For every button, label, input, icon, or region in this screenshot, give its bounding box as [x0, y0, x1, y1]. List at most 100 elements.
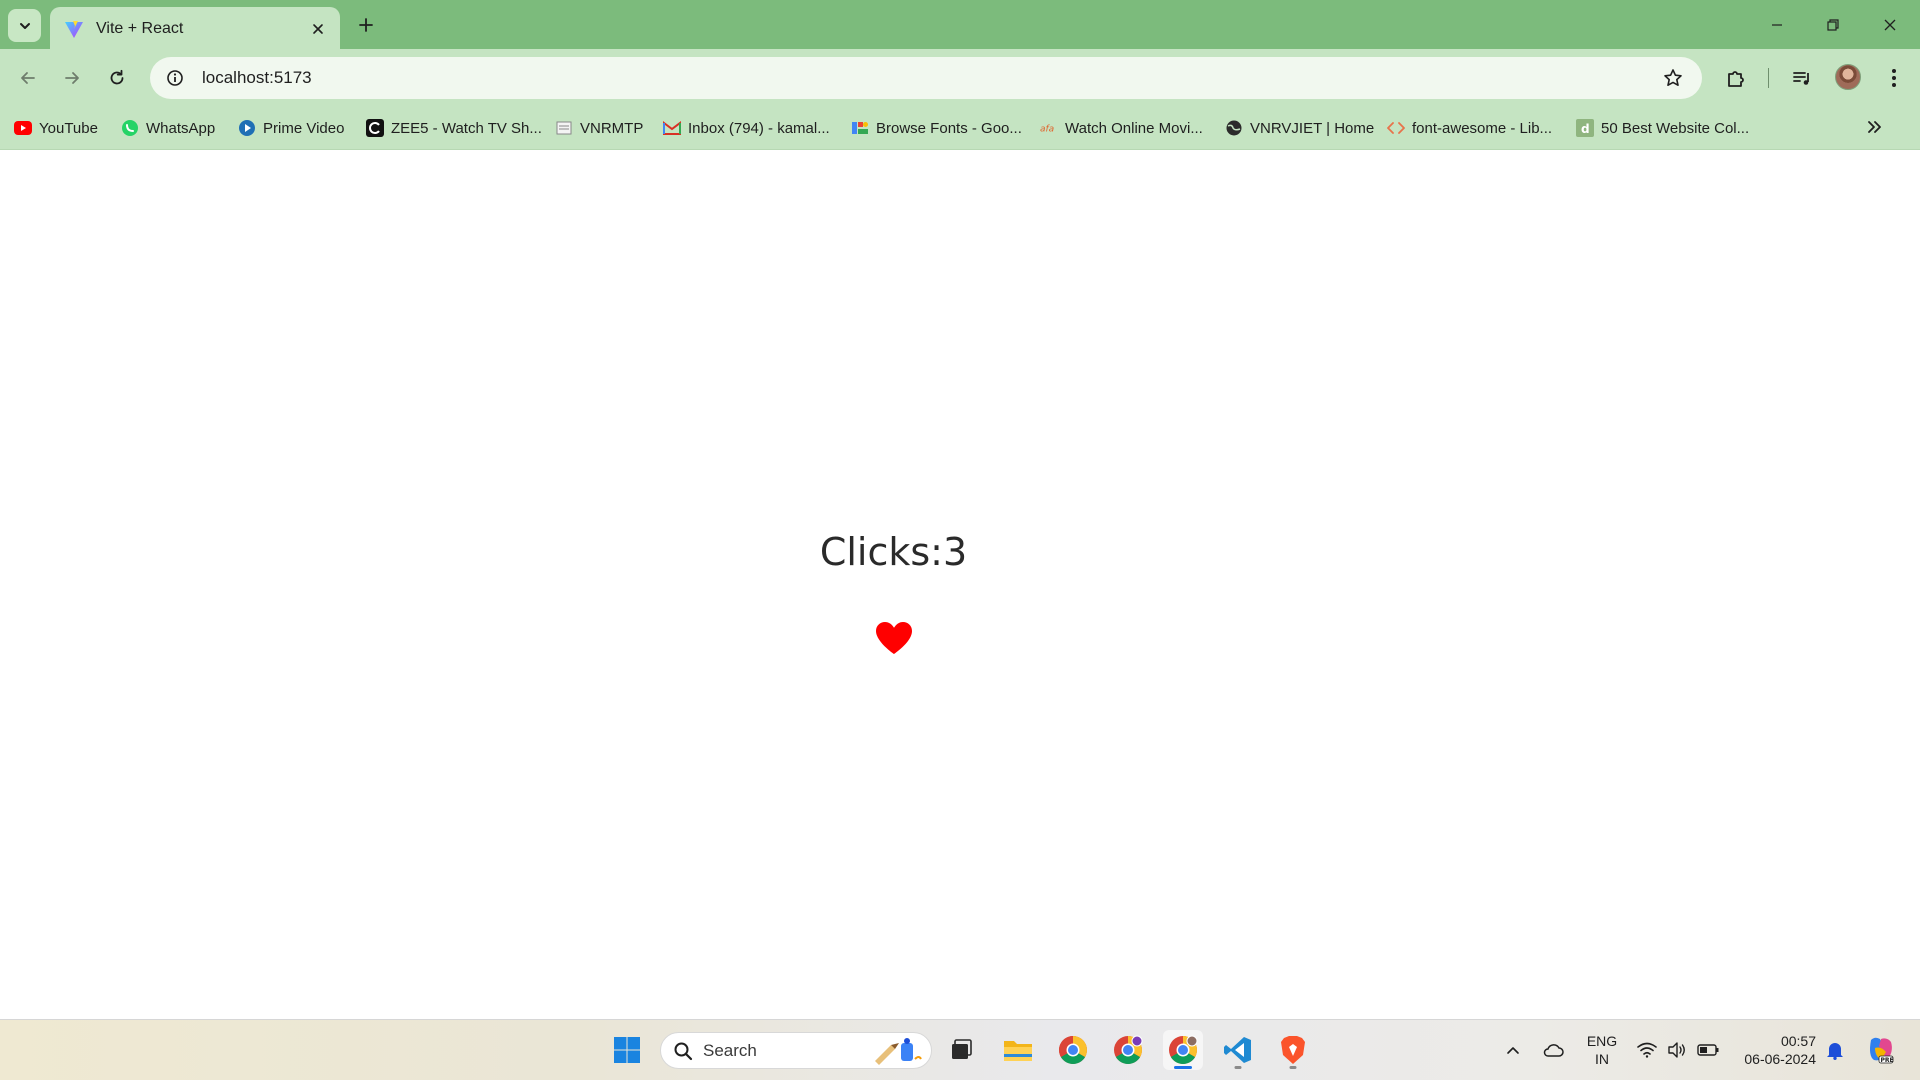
search-label: Search	[703, 1040, 757, 1060]
arrow-right-icon	[65, 72, 79, 84]
system-clock[interactable]: 00:57 06-06-2024	[1736, 1032, 1816, 1068]
more-bookmarks-button[interactable]	[1862, 114, 1888, 140]
bell-icon	[1827, 1043, 1843, 1060]
minimize-button[interactable]	[1762, 10, 1792, 40]
media-controls-button[interactable]	[1786, 62, 1818, 94]
language-indicator[interactable]: ENG IN	[1582, 1032, 1622, 1068]
star-icon	[1664, 69, 1682, 86]
bookmark-star-button[interactable]	[1658, 63, 1688, 93]
bookmark-youtube[interactable]: YouTube	[14, 115, 98, 141]
vscode-icon	[1224, 1037, 1251, 1063]
click-counter: Clicks:3	[819, 530, 968, 574]
heart-icon	[876, 622, 912, 654]
bookmark-label: WhatsApp	[146, 119, 216, 137]
onedrive-button[interactable]	[1538, 1034, 1568, 1066]
task-view-icon	[952, 1039, 972, 1059]
browser-tab-active[interactable]: Vite + React	[50, 7, 340, 50]
address-bar-url[interactable]: localhost:5173	[202, 68, 1658, 88]
search-icon	[674, 1042, 693, 1060]
close-window-button[interactable]	[1875, 10, 1905, 40]
show-hidden-icons-button[interactable]	[1500, 1034, 1526, 1066]
windows-logo-icon	[614, 1037, 640, 1063]
bookmark-label: 50 Best Website Col...	[1601, 119, 1750, 137]
notifications-button[interactable]	[1822, 1034, 1848, 1066]
reload-button[interactable]	[101, 62, 133, 94]
new-tab-button[interactable]	[352, 11, 380, 39]
taskbar-search[interactable]: Search	[660, 1032, 932, 1069]
queue-music-icon	[1793, 72, 1809, 85]
bookmark-whatsapp[interactable]: WhatsApp	[121, 115, 215, 141]
extensions-button[interactable]	[1720, 62, 1752, 94]
bookmark-label: Prime Video	[263, 119, 345, 137]
language-code: ENG	[1586, 1033, 1618, 1049]
bookmark-prime-video[interactable]: Prime Video	[238, 115, 344, 141]
bookmark-label: VNRMTP	[580, 119, 644, 137]
info-icon	[167, 70, 183, 86]
chevron-up-icon	[1507, 1047, 1519, 1054]
svg-text:d: d	[1581, 122, 1590, 136]
active-window-indicator	[1174, 1066, 1192, 1069]
bookmark-website-colors[interactable]: d 50 Best Website Col...	[1576, 115, 1749, 141]
speaker-icon	[1668, 1042, 1685, 1058]
toolbar-divider	[1768, 68, 1769, 88]
bookmark-gmail[interactable]: Inbox (794) - kamal...	[663, 115, 830, 141]
site-info-button[interactable]	[162, 65, 188, 91]
browser-menu-button[interactable]	[1878, 62, 1910, 94]
bookmark-font-awesome[interactable]: font-awesome - Lib...	[1387, 115, 1552, 141]
close-icon	[313, 23, 323, 34]
tab-close-button[interactable]	[308, 19, 328, 39]
copilot-button[interactable]: PRE	[1862, 1034, 1898, 1066]
page-content: Clicks:3	[0, 151, 1920, 1019]
task-view-button[interactable]	[941, 1030, 981, 1070]
file-explorer-button[interactable]	[998, 1030, 1038, 1070]
start-button[interactable]	[607, 1030, 647, 1070]
bookmark-vnrmtp[interactable]: VNRMTP	[555, 115, 643, 141]
clock-date: 06-06-2024	[1744, 1051, 1816, 1067]
volume-button[interactable]	[1664, 1034, 1690, 1066]
vnrmtp-icon	[555, 119, 573, 137]
wifi-button[interactable]	[1634, 1034, 1660, 1066]
browser-toolbar: localhost:5173	[0, 49, 1920, 107]
restore-button[interactable]	[1818, 10, 1848, 40]
bookmark-watch-online-movies[interactable]: afa Watch Online Movi...	[1040, 115, 1203, 141]
chevron-double-right-icon	[1868, 121, 1881, 133]
vite-logo-icon	[65, 20, 83, 38]
svg-text:PRE: PRE	[1881, 1057, 1894, 1064]
gmail-icon	[663, 119, 681, 137]
website-icon: d	[1576, 119, 1594, 137]
bookmark-google-fonts[interactable]: Browse Fonts - Goo...	[851, 115, 1022, 141]
battery-icon	[1697, 1044, 1719, 1056]
svg-text:afa: afa	[1040, 125, 1054, 134]
google-fonts-icon	[851, 119, 869, 137]
battery-button[interactable]	[1694, 1034, 1722, 1066]
tab-search-button[interactable]	[8, 9, 41, 42]
bookmark-vnrvjiet[interactable]: VNRVJIET | Home	[1225, 115, 1374, 141]
chrome-icon	[1059, 1036, 1087, 1064]
browser-tab-strip: Vite + React	[0, 0, 1920, 50]
bookmark-zee5[interactable]: ZEE5 - Watch TV Sh...	[366, 115, 542, 141]
chrome-taskbar-button[interactable]	[1053, 1030, 1093, 1070]
whatsapp-icon	[121, 119, 139, 137]
code-icon	[1387, 119, 1405, 137]
bookmark-label: ZEE5 - Watch TV Sh...	[391, 119, 542, 137]
profile-avatar[interactable]	[1835, 64, 1861, 90]
brave-taskbar-button[interactable]	[1273, 1030, 1313, 1070]
running-indicator	[1289, 1066, 1297, 1069]
back-button[interactable]	[12, 62, 44, 94]
bookmarks-bar: YouTube WhatsApp Prime Video ZEE5 - Watc…	[0, 107, 1920, 150]
folder-icon	[1004, 1041, 1032, 1061]
like-button[interactable]	[874, 620, 914, 656]
bookmark-label: font-awesome - Lib...	[1412, 119, 1553, 137]
bookmark-label: Watch Online Movi...	[1065, 119, 1203, 137]
vscode-taskbar-button[interactable]	[1218, 1030, 1258, 1070]
forward-button[interactable]	[56, 62, 88, 94]
youtube-icon	[14, 119, 32, 137]
chrome-profile-taskbar-button[interactable]	[1108, 1030, 1148, 1070]
globe-icon	[1225, 119, 1243, 137]
chrome-active-taskbar-button[interactable]	[1163, 1030, 1203, 1070]
address-bar[interactable]: localhost:5173	[150, 57, 1702, 99]
running-indicator	[1234, 1066, 1242, 1069]
restore-icon	[1827, 19, 1839, 31]
reload-icon	[110, 69, 124, 85]
tab-title: Vite + React	[96, 19, 184, 37]
